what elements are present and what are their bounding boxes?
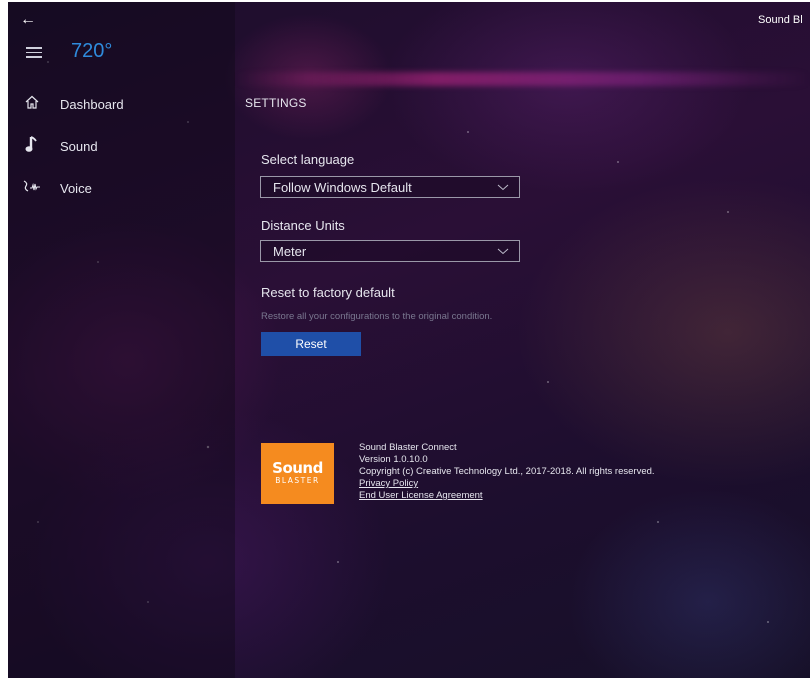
- page-title: SETTINGS: [245, 96, 307, 110]
- hamburger-menu-icon[interactable]: [26, 47, 42, 59]
- sidebar-item-voice[interactable]: Voice: [8, 172, 235, 204]
- reset-button[interactable]: Reset: [261, 332, 361, 356]
- reset-label: Reset to factory default: [261, 285, 395, 300]
- chevron-down-icon: [497, 245, 509, 257]
- sidebar-item-label: Voice: [60, 181, 92, 196]
- music-note-icon: [22, 135, 42, 157]
- sidebar-item-label: Dashboard: [60, 97, 124, 112]
- chevron-down-icon: [497, 181, 509, 193]
- app-title: 720°: [71, 40, 112, 63]
- sidebar-item-label: Sound: [60, 139, 98, 154]
- sidebar: ← 720° Dashboard Sound Voice: [8, 2, 235, 678]
- copyright-text: Copyright (c) Creative Technology Ltd., …: [359, 466, 655, 478]
- eula-link[interactable]: End User License Agreement: [359, 490, 483, 501]
- app-version: Version 1.0.10.0: [359, 454, 655, 466]
- language-value: Follow Windows Default: [273, 180, 497, 195]
- distance-label: Distance Units: [261, 218, 345, 233]
- logo-word-2: BLASTER: [275, 476, 319, 486]
- distance-value: Meter: [273, 244, 497, 259]
- language-label: Select language: [261, 152, 354, 167]
- voice-icon: [22, 178, 42, 198]
- about-info: Sound Blaster Connect Version 1.0.10.0 C…: [359, 442, 655, 502]
- app-name: Sound Blaster Connect: [359, 442, 655, 454]
- window-title: Sound Bl: [758, 14, 810, 26]
- language-dropdown[interactable]: Follow Windows Default: [260, 176, 520, 198]
- back-arrow-icon[interactable]: ←: [20, 10, 44, 30]
- app-window: ← 720° Dashboard Sound Voice Sound Bl SE…: [8, 2, 810, 678]
- home-icon: [22, 94, 42, 114]
- logo-word-1: Sound: [272, 461, 323, 476]
- reset-description: Restore all your configurations to the o…: [261, 311, 492, 322]
- distance-units-dropdown[interactable]: Meter: [260, 240, 520, 262]
- privacy-policy-link[interactable]: Privacy Policy: [359, 478, 418, 489]
- sidebar-item-dashboard[interactable]: Dashboard: [8, 88, 235, 120]
- header-banner: [235, 72, 810, 86]
- sound-blaster-logo: Sound BLASTER: [261, 443, 334, 504]
- sidebar-item-sound[interactable]: Sound: [8, 130, 235, 162]
